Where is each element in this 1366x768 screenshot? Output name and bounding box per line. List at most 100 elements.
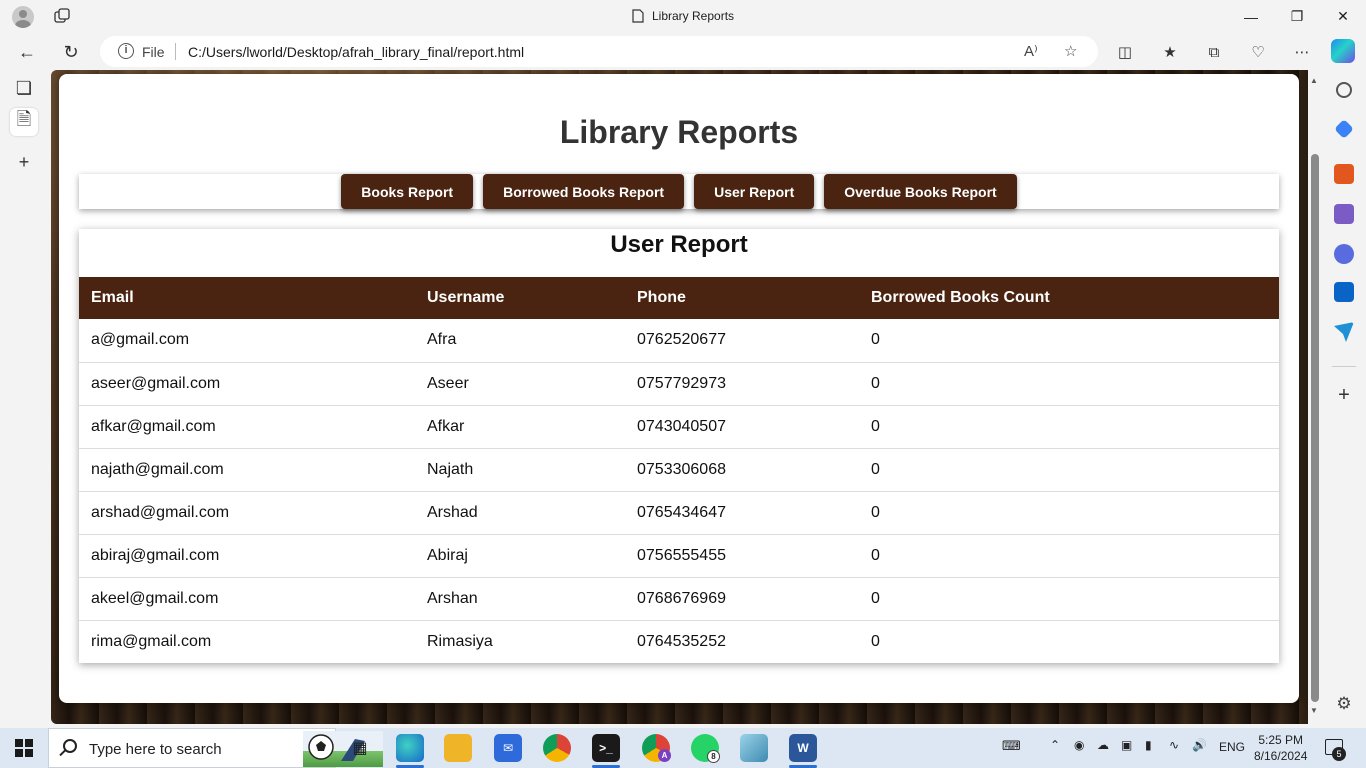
cell-borrowed-count: 0	[859, 534, 1279, 578]
column-header-borrowed-count: Borrowed Books Count	[859, 277, 1279, 319]
table-row: afkar@gmail.com Afkar 0743040507 0	[79, 405, 1279, 449]
terminal-app-icon[interactable]: >_	[592, 734, 620, 762]
task-view-icon[interactable]: ▦	[346, 734, 374, 762]
search-icon	[63, 739, 77, 753]
active-tab-icon[interactable]: 🗎	[10, 108, 38, 136]
word-app-icon[interactable]: W	[789, 734, 817, 762]
address-divider	[175, 43, 176, 60]
games-icon[interactable]	[1334, 204, 1354, 224]
cell-borrowed-count: 0	[859, 319, 1279, 363]
copilot-icon[interactable]	[1331, 39, 1355, 63]
cell-borrowed-count: 0	[859, 448, 1279, 492]
report-nav: Books Report Borrowed Books Report User …	[79, 174, 1279, 209]
profile-avatar-icon[interactable]	[12, 6, 34, 28]
read-aloud-icon[interactable]: A⁾	[1024, 42, 1038, 60]
user-report-button[interactable]: User Report	[694, 174, 815, 209]
edge-sidebar: + ⚙	[1322, 70, 1366, 728]
table-row: rima@gmail.com Rimasiya 0764535252 0	[79, 620, 1279, 663]
favorites-icon[interactable]: ★	[1158, 40, 1182, 64]
close-window-button[interactable]: ✕	[1320, 0, 1366, 33]
report-heading: User Report	[610, 231, 748, 258]
new-tab-icon[interactable]: +	[10, 148, 38, 176]
outlook-icon[interactable]	[1334, 282, 1354, 302]
system-clock[interactable]: 5:25 PM 8/16/2024	[1254, 732, 1307, 764]
table-row: najath@gmail.com Najath 0753306068 0	[79, 448, 1279, 492]
battery-icon[interactable]: ▮	[1145, 738, 1152, 752]
cell-email: rima@gmail.com	[91, 632, 212, 650]
address-scheme-label: File	[142, 44, 165, 60]
drop-send-icon[interactable]	[1334, 322, 1354, 342]
address-bar[interactable]: i File C:/Users/lworld/Desktop/afrah_lib…	[100, 36, 1098, 67]
settings-more-icon[interactable]: ⋯	[1290, 40, 1314, 64]
cell-borrowed-count: 0	[859, 491, 1279, 535]
add-sidebar-app-icon[interactable]: +	[1334, 385, 1354, 406]
mail-app-icon[interactable]: ✉	[494, 734, 522, 762]
chrome-profile-app-icon[interactable]: A	[642, 734, 671, 762]
overdue-books-report-button[interactable]: Overdue Books Report	[824, 174, 1017, 209]
security-icon[interactable]: ▣	[1121, 738, 1132, 752]
cell-username: Afkar	[415, 405, 625, 449]
borrowed-books-report-button[interactable]: Borrowed Books Report	[483, 174, 685, 209]
whatsapp-app-icon[interactable]: 8	[691, 734, 720, 763]
cell-phone: 0753306068	[625, 448, 859, 492]
onedrive-cloud-icon[interactable]: ☁	[1097, 738, 1109, 752]
report-container: Library Reports Books Report Borrowed Bo…	[59, 74, 1299, 703]
chrome-app-icon[interactable]	[543, 734, 571, 762]
search-icon[interactable]	[1336, 82, 1352, 98]
clock-date: 8/16/2024	[1254, 749, 1308, 763]
cell-phone: 0765434647	[625, 491, 859, 535]
address-url[interactable]: C:/Users/lworld/Desktop/afrah_library_fi…	[188, 44, 524, 60]
cell-phone: 0757792973	[625, 362, 859, 406]
start-button-windows-icon[interactable]	[15, 739, 33, 757]
input-language[interactable]: ENG	[1219, 740, 1245, 754]
cell-username: Arshan	[415, 577, 625, 621]
tools-briefcase-icon[interactable]	[1334, 164, 1354, 184]
chrome-profile-badge: A	[658, 749, 671, 762]
edge-app-icon[interactable]	[396, 734, 424, 762]
volume-icon[interactable]: 🔊	[1192, 738, 1207, 752]
sidebar-settings-gear-icon[interactable]: ⚙	[1334, 694, 1354, 714]
column-header-email: Email	[79, 277, 415, 319]
browser-toolbar: ← ↻ i File C:/Users/lworld/Desktop/afrah…	[0, 33, 1366, 70]
keyboard-icon[interactable]: ⌨	[1002, 738, 1021, 754]
scroll-up-arrow-icon[interactable]: ▲	[1310, 76, 1318, 85]
table-header-row: Email Username Phone Borrowed Books Coun…	[79, 277, 1279, 319]
table-row: abiraj@gmail.com Abiraj 0756555455 0	[79, 534, 1279, 578]
favorite-star-icon[interactable]: ☆	[1064, 42, 1077, 60]
page-scrollbar[interactable]: ▲ ▼	[1308, 70, 1322, 724]
browser-title-bar: Library Reports — ❐ ✕	[0, 0, 1366, 33]
cell-username: Abiraj	[415, 534, 625, 578]
collections-icon[interactable]: ⧉	[1202, 40, 1226, 64]
page-document-icon	[632, 9, 644, 23]
books-report-button[interactable]: Books Report	[341, 174, 474, 209]
site-info-icon[interactable]: i	[118, 43, 134, 59]
refresh-button[interactable]: ↻	[56, 37, 86, 67]
page-title: Library Reports	[559, 114, 799, 150]
minimize-button[interactable]: —	[1228, 0, 1274, 33]
window-title-text: Library Reports	[652, 9, 735, 23]
cell-email: afkar@gmail.com	[79, 405, 415, 449]
split-screen-icon[interactable]: ◫	[1113, 40, 1137, 64]
scrollbar-thumb[interactable]	[1311, 154, 1319, 702]
back-button[interactable]: ←	[12, 37, 42, 67]
workspaces-icon[interactable]	[54, 8, 70, 24]
sidebar-divider	[1332, 366, 1356, 367]
restore-button[interactable]: ❐	[1274, 0, 1320, 33]
cell-phone: 0764535252	[637, 632, 726, 650]
page-viewport: Library Reports Books Report Borrowed Bo…	[51, 70, 1308, 724]
microsoft365-icon[interactable]	[1334, 244, 1354, 264]
meet-now-icon[interactable]: ◉	[1074, 738, 1084, 752]
window-title: Library Reports	[632, 9, 734, 23]
column-header-username: Username	[415, 277, 625, 319]
cell-username: Najath	[415, 448, 625, 492]
browser-essentials-icon[interactable]: ♡	[1246, 40, 1270, 64]
column-header-phone: Phone	[625, 277, 859, 319]
notepad-app-icon[interactable]	[740, 734, 768, 762]
file-explorer-icon[interactable]	[444, 734, 472, 762]
shopping-tag-icon[interactable]	[1334, 119, 1354, 139]
tray-chevron-icon[interactable]: ⌃	[1050, 738, 1060, 752]
taskbar-search-box[interactable]: Type here to search	[48, 728, 383, 768]
wifi-icon[interactable]: ∿	[1169, 738, 1179, 752]
tab-actions-icon[interactable]: ❏	[10, 74, 38, 102]
scroll-down-arrow-icon[interactable]: ▼	[1310, 706, 1318, 715]
